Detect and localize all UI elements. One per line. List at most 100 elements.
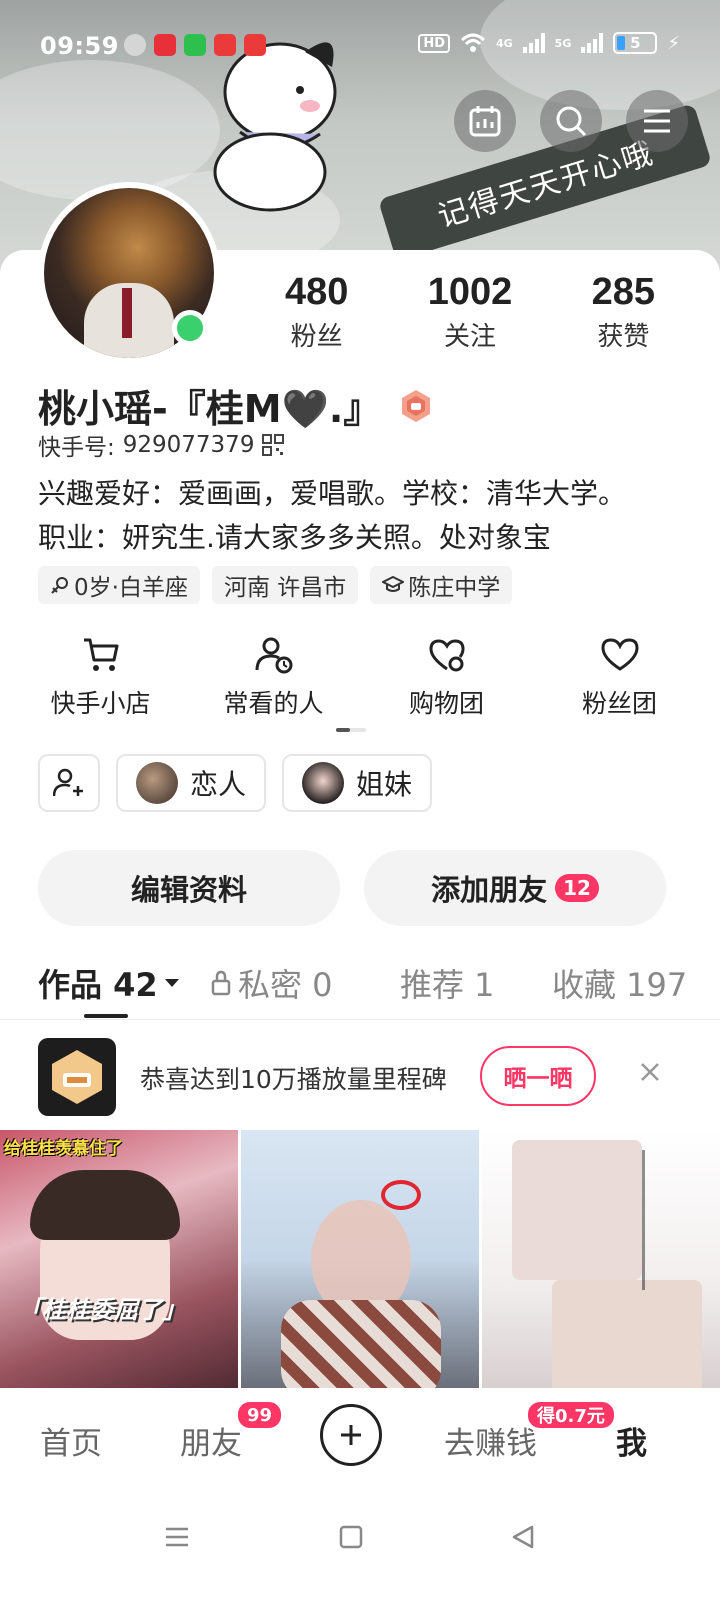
uid-value: 929077379: [122, 432, 255, 458]
profile-bio: 兴趣爱好：爱画画，爱唱歌。学校：清华大学。 职业：妍究生.请大家多多关照。处对象…: [38, 472, 688, 560]
shortcut-label: 粉丝团: [581, 689, 657, 718]
bio-line: 兴趣爱好：爱画画，爱唱歌。学校：清华大学。: [38, 477, 627, 510]
nav-home[interactable]: 首页: [40, 1418, 102, 1463]
heart-icon: [600, 638, 639, 671]
tab-label: 推荐 1: [400, 966, 495, 1004]
heart-chat-icon: [428, 639, 465, 672]
message-app-icon: [184, 34, 206, 56]
calendar-button[interactable]: [454, 90, 516, 152]
milestone-notice[interactable]: 恭喜达到10万播放量里程碑 晒一晒: [0, 1030, 720, 1124]
status-app-icons: [124, 34, 266, 56]
avatar: [302, 762, 345, 804]
stat-following[interactable]: 1002 关注: [393, 270, 546, 353]
relationship-row: 恋人 姐妹: [38, 754, 433, 812]
create-button[interactable]: [320, 1404, 382, 1466]
add-user-icon: [53, 768, 83, 797]
video-grid: 给桂桂羡慕住了 「桂桂委屈了」: [0, 1130, 720, 1388]
tag-location[interactable]: 河南 许昌市: [211, 566, 359, 604]
video-thumbnail[interactable]: [482, 1130, 720, 1388]
cart-icon: [83, 638, 118, 671]
content-tabs: 作品 42 私密 0 推荐 1 收藏 197: [0, 954, 720, 1020]
relationship-label: 恋人: [190, 768, 247, 801]
graduation-cap-icon: [382, 575, 405, 592]
status-time: 09:59: [40, 32, 119, 60]
earn-badge: 得0.7元: [526, 1400, 616, 1430]
shortcut-row: 快手小店 常看的人 购物团 粉丝团: [14, 636, 706, 720]
stat-followers[interactable]: 480 粉丝: [240, 270, 393, 353]
wifi-icon: [460, 33, 485, 52]
game-app-icon: [214, 34, 236, 56]
stat-label: 获赞: [597, 322, 650, 352]
shortcut-group-buy[interactable]: 购物团: [360, 636, 533, 720]
level-badge-icon[interactable]: [399, 389, 433, 423]
search-button[interactable]: [540, 90, 602, 152]
stat-label: 粉丝: [290, 322, 343, 352]
profile-name: 桃小瑶-『桂M🖤.』: [38, 387, 382, 431]
lock-icon: [211, 970, 231, 996]
shortcut-frequent[interactable]: 常看的人: [187, 636, 360, 720]
close-icon[interactable]: [634, 1056, 666, 1088]
tag-age[interactable]: 0岁·白羊座: [38, 566, 200, 604]
qrcode-icon[interactable]: [262, 434, 285, 456]
plus-icon: [341, 1425, 361, 1445]
online-status-dot: [172, 310, 208, 346]
nav-me[interactable]: 我: [616, 1418, 647, 1463]
edit-profile-button[interactable]: 编辑资料: [38, 850, 340, 926]
tab-label: 作品 42: [38, 966, 158, 1004]
nav-friends[interactable]: 朋友: [180, 1418, 242, 1463]
relationship-sister[interactable]: 姐妹: [282, 754, 433, 812]
add-friends-button[interactable]: 添加朋友 12: [364, 850, 666, 926]
tag-label: 陈庄中学: [408, 575, 501, 601]
system-navigation-bar: [0, 1488, 720, 1608]
video-caption: 给桂桂羡慕住了: [4, 1139, 123, 1159]
status-bar: 09:59 HD 4G 5G 5 ⚡: [0, 0, 720, 96]
tab-recommended[interactable]: 推荐 1: [400, 960, 495, 1006]
home-icon[interactable]: [338, 1524, 364, 1550]
signal-icon-2: [581, 33, 604, 53]
caret-down-icon: [164, 979, 179, 987]
network-a-label: 4G: [495, 36, 513, 50]
menu-button[interactable]: [626, 90, 688, 152]
menu-icon[interactable]: [164, 1524, 190, 1550]
search-icon: [556, 106, 587, 137]
bottom-nav: 首页 朋友 99 去赚钱 得0.7元 我: [0, 1388, 720, 1488]
tag-label: 0岁·白羊座: [74, 575, 188, 601]
shortcut-label: 常看的人: [223, 689, 324, 718]
relationship-label: 姐妹: [356, 768, 413, 801]
network-b-label: 5G: [554, 36, 572, 50]
tag-school[interactable]: 陈庄中学: [370, 566, 513, 604]
nav-earn[interactable]: 去赚钱: [444, 1418, 537, 1463]
stat-value: 285: [591, 271, 656, 313]
uid-row[interactable]: 快手号: 929077379: [38, 428, 285, 462]
tab-label: 收藏 197: [552, 966, 688, 1004]
tab-works[interactable]: 作品 42: [38, 960, 180, 1006]
notice-text: 恭喜达到10万播放量里程碑: [140, 1065, 447, 1094]
stat-value: 480: [284, 271, 349, 313]
shortcut-shop[interactable]: 快手小店: [14, 636, 187, 720]
add-relationship-button[interactable]: [38, 754, 100, 812]
stat-likes[interactable]: 285 获赞: [547, 270, 700, 353]
signal-icon: [522, 33, 545, 53]
stat-value: 1002: [427, 271, 513, 313]
battery-icon: 5: [613, 32, 658, 54]
header-actions: [454, 90, 688, 152]
status-indicators: HD 4G 5G 5 ⚡: [418, 32, 680, 54]
tag-label: 河南 许昌市: [223, 575, 347, 601]
active-tab-indicator: [84, 1014, 128, 1018]
profile-tags: 0岁·白羊座 河南 许昌市 陈庄中学: [38, 566, 513, 604]
video-thumbnail[interactable]: [241, 1130, 479, 1388]
hd-icon: HD: [418, 33, 450, 53]
video-subtitle: 「桂桂委屈了」: [18, 1296, 186, 1324]
edit-profile-label: 编辑资料: [130, 873, 247, 907]
user-clock-icon: [255, 637, 292, 674]
video-thumbnail[interactable]: 给桂桂羡慕住了 「桂桂委屈了」: [0, 1130, 238, 1388]
tab-private[interactable]: 私密 0: [210, 960, 333, 1006]
bio-line: 职业：妍究生.请大家多多关照。处对象宝: [38, 521, 551, 554]
shortcut-label: 快手小店: [50, 689, 151, 718]
relationship-lover[interactable]: 恋人: [116, 754, 267, 812]
tab-favorites[interactable]: 收藏 197: [552, 960, 687, 1006]
back-icon[interactable]: [510, 1524, 536, 1550]
add-friends-badge: 12: [555, 874, 599, 902]
share-button[interactable]: 晒一晒: [480, 1046, 596, 1106]
shortcut-fan-club[interactable]: 粉丝团: [533, 636, 706, 720]
